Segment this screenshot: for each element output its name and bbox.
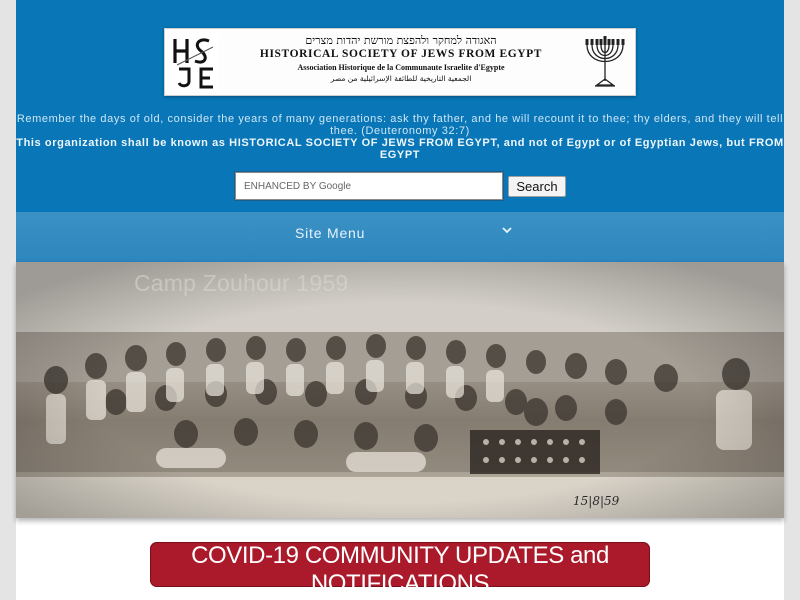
photo-date-stamp: 15|8|59: [573, 494, 620, 508]
menorah-icon: [585, 36, 625, 87]
camp-group-photo: [16, 262, 784, 518]
site-logo[interactable]: האגודה למחקר ולהפצת מורשת יהדות מצרים HI…: [164, 28, 636, 96]
logo-arabic-line: الجمعية التاريخية للطائفة الإسرائيلية من…: [330, 74, 472, 83]
hero-photo-slider[interactable]: Camp Zouhour 1959 15|8|59: [16, 262, 784, 518]
hsje-monogram-icon: [169, 33, 219, 91]
deuteronomy-verse: Remember the days of old, consider the y…: [16, 113, 784, 137]
search-input[interactable]: [234, 171, 504, 201]
logo-hebrew-line: האגודה למחקר ולהפצת מורשת יהדות מצרים: [305, 34, 497, 47]
site-menu-label: Site Menu: [295, 225, 366, 241]
logo-french-line: Association Historique de la Communaute …: [297, 63, 505, 72]
site-menu-toggle[interactable]: Site Menu: [16, 212, 784, 262]
organization-notice: This organization shall be known as HIST…: [16, 137, 784, 161]
covid-updates-button[interactable]: COVID-19 COMMUNITY UPDATES and NOTIFICAT…: [150, 542, 650, 597]
logo-text-block: האגודה למחקר ולהפצת מורשת יהדות מצרים HI…: [223, 34, 579, 84]
hero-caption: Camp Zouhour 1959: [134, 270, 349, 296]
site-header: האגודה למחקר ולהפצת מורשת יהדות מצרים HI…: [16, 0, 784, 212]
page-container: האגודה למחקר ולהפצת מורשת יהדות מצרים HI…: [16, 0, 784, 600]
search-button[interactable]: Search: [508, 176, 566, 197]
logo-english-line: HISTORICAL SOCIETY OF JEWS FROM EGYPT: [259, 48, 543, 60]
chevron-down-icon: [502, 227, 512, 234]
